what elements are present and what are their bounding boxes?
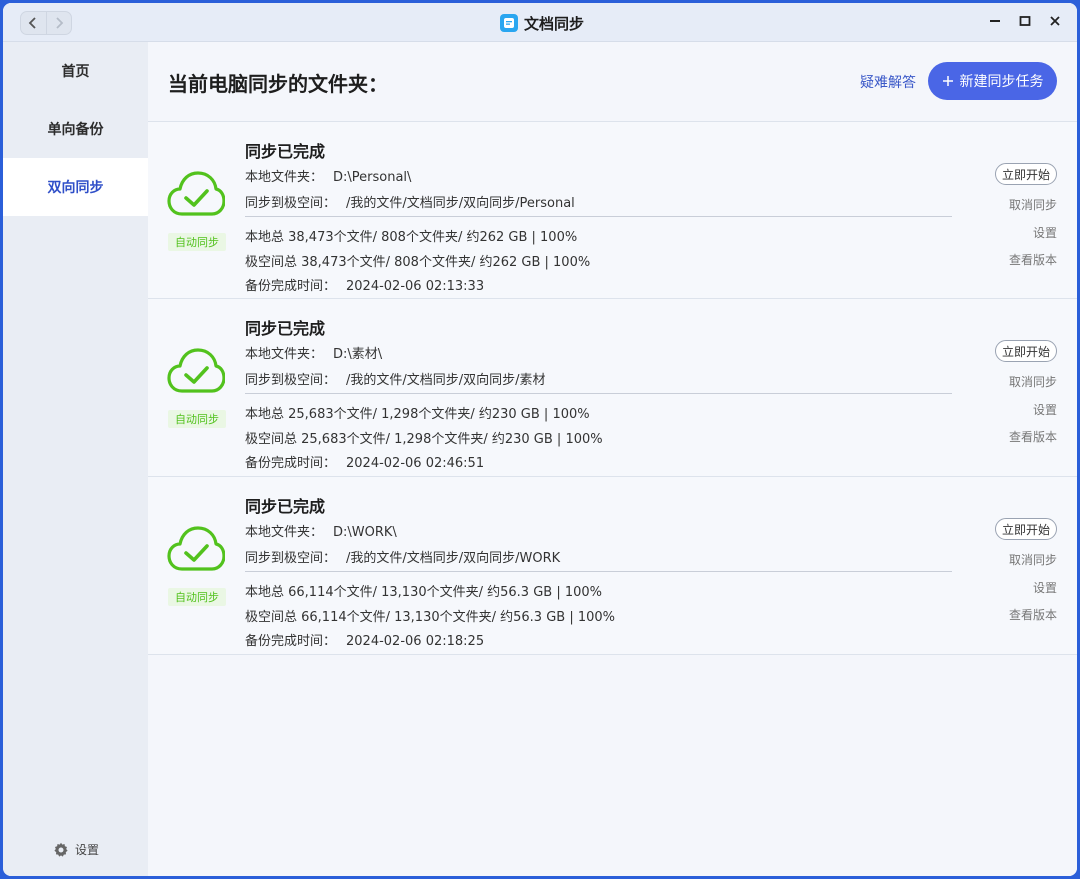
sidebar-settings-label: 设置	[75, 843, 100, 857]
sync-to-label: 同步到极空间：	[245, 551, 337, 566]
remote-total-row: 极空间总 66,114个文件/ 13,130个文件夹/ 约56.3 GB | 1…	[245, 610, 616, 625]
cloud-check-icon	[167, 348, 225, 393]
sync-status: 同步已完成	[245, 497, 326, 516]
sidebar-item-label: 首页	[61, 64, 90, 80]
backup-time-value: 2024-02-06 02:13:33	[346, 279, 485, 294]
chevron-right-icon	[56, 17, 64, 29]
backup-time-label: 备份完成时间：	[245, 634, 337, 649]
view-versions-link[interactable]: 查看版本	[1009, 251, 1057, 268]
view-versions-link[interactable]: 查看版本	[1009, 606, 1057, 623]
remote-path-row: 同步到极空间： /我的文件/文档同步/双向同步/Personal	[245, 192, 575, 211]
back-button[interactable]	[21, 12, 46, 34]
cancel-sync-link[interactable]: 取消同步	[1009, 551, 1057, 568]
new-sync-task-button[interactable]: 新建同步任务	[928, 62, 1057, 100]
backup-time-label: 备份完成时间：	[245, 456, 337, 471]
remote-total-row: 极空间总 38,473个文件/ 808个文件夹/ 约262 GB | 100%	[245, 255, 591, 270]
close-icon	[1050, 16, 1060, 26]
sync-task-card: 自动同步 同步已完成 本地文件夹： D:\Personal\ 同步到极空间： /我的…	[148, 121, 1077, 299]
start-now-button[interactable]: 立即开始	[995, 340, 1057, 362]
remote-path-value: /我的文件/文档同步/双向同步/Personal	[346, 196, 575, 211]
window-controls	[987, 13, 1063, 29]
remote-path-value: /我的文件/文档同步/双向同步/素材	[346, 373, 546, 388]
task-settings-link[interactable]: 设置	[1033, 401, 1057, 418]
sidebar-item-one-way-backup[interactable]: 单向备份	[3, 100, 148, 158]
sidebar-item-home[interactable]: 首页	[3, 42, 148, 100]
local-total-row: 本地总 66,114个文件/ 13,130个文件夹/ 约56.3 GB | 10…	[245, 585, 603, 600]
auto-sync-badge: 自动同步	[168, 410, 226, 428]
close-button[interactable]	[1047, 13, 1063, 29]
sidebar-item-label: 单向备份	[47, 122, 104, 138]
chevron-left-icon	[28, 17, 36, 29]
sync-task-card: 自动同步 同步已完成 本地文件夹： D:\素材\ 同步到极空间： /我的文件/文档同…	[148, 299, 1077, 477]
local-folder-label: 本地文件夹：	[245, 170, 324, 185]
local-folder-label: 本地文件夹：	[245, 347, 324, 362]
window-title-text: 文档同步	[524, 14, 585, 33]
backup-time-label: 备份完成时间：	[245, 279, 337, 294]
minimize-button[interactable]	[987, 13, 1003, 29]
local-folder-row: 本地文件夹： D:\素材\	[245, 343, 382, 362]
remote-path-row: 同步到极空间： /我的文件/文档同步/双向同步/WORK	[245, 547, 560, 566]
sidebar-item-two-way-sync[interactable]: 双向同步	[3, 158, 148, 216]
plus-icon	[942, 76, 953, 86]
divider	[245, 393, 952, 394]
main-content: 当前电脑同步的文件夹： 疑难解答 新建同步任务 自动同步 同步已完成 本地文件夹…	[148, 42, 1077, 876]
backup-time-row: 备份完成时间： 2024-02-06 02:13:33	[245, 275, 484, 294]
sync-to-label: 同步到极空间：	[245, 373, 337, 388]
backup-time-row: 备份完成时间： 2024-02-06 02:46:51	[245, 452, 484, 471]
cancel-sync-link[interactable]: 取消同步	[1009, 373, 1057, 390]
backup-time-value: 2024-02-06 02:18:25	[346, 634, 485, 649]
sync-status: 同步已完成	[245, 142, 326, 161]
divider	[245, 571, 952, 572]
forward-button[interactable]	[45, 12, 72, 34]
remote-total-row: 极空间总 25,683个文件/ 1,298个文件夹/ 约230 GB | 100…	[245, 432, 603, 447]
sidebar-settings-button[interactable]: 设置	[53, 841, 99, 858]
sync-task-card: 自动同步 同步已完成 本地文件夹： D:\WORK\ 同步到极空间： /我的文件/文…	[148, 477, 1077, 655]
sync-to-label: 同步到极空间：	[245, 196, 337, 211]
start-now-button[interactable]: 立即开始	[995, 518, 1057, 540]
nav-buttons	[20, 11, 72, 35]
divider	[245, 216, 952, 217]
auto-sync-badge: 自动同步	[168, 588, 226, 606]
local-folder-value: D:\Personal\	[333, 170, 412, 185]
view-versions-link[interactable]: 查看版本	[1009, 428, 1057, 445]
faq-link[interactable]: 疑难解答	[860, 72, 916, 92]
sync-task-list: 自动同步 同步已完成 本地文件夹： D:\Personal\ 同步到极空间： /我的…	[148, 121, 1077, 655]
document-sync-icon	[500, 14, 518, 32]
app-window: 文档同步 首页 单向备份 双向同步 设置 当前电脑同步的文件夹： 疑难解答 新建…	[3, 3, 1077, 876]
sidebar-item-label: 双向同步	[47, 180, 104, 196]
auto-sync-badge: 自动同步	[168, 233, 226, 251]
window-title: 文档同步	[500, 12, 584, 34]
page-title: 当前电脑同步的文件夹：	[168, 72, 388, 96]
start-now-button[interactable]: 立即开始	[995, 163, 1057, 185]
title-bar: 文档同步	[3, 3, 1077, 42]
remote-path-value: /我的文件/文档同步/双向同步/WORK	[346, 551, 561, 566]
sidebar: 首页 单向备份 双向同步 设置	[3, 42, 148, 876]
backup-time-value: 2024-02-06 02:46:51	[346, 456, 485, 471]
backup-time-row: 备份完成时间： 2024-02-06 02:18:25	[245, 630, 484, 649]
local-folder-value: D:\WORK\	[333, 525, 397, 540]
cloud-check-icon	[167, 526, 225, 571]
local-total-row: 本地总 25,683个文件/ 1,298个文件夹/ 约230 GB | 100%	[245, 407, 590, 422]
maximize-button[interactable]	[1017, 13, 1033, 29]
task-settings-link[interactable]: 设置	[1033, 224, 1057, 241]
gear-icon	[54, 842, 68, 857]
sync-status: 同步已完成	[245, 319, 326, 338]
new-sync-task-label: 新建同步任务	[959, 74, 1044, 90]
minimize-icon	[990, 20, 1000, 22]
task-settings-link[interactable]: 设置	[1033, 579, 1057, 596]
cloud-check-icon	[167, 171, 225, 216]
local-folder-row: 本地文件夹： D:\Personal\	[245, 166, 411, 185]
maximize-icon	[1019, 16, 1031, 26]
local-total-row: 本地总 38,473个文件/ 808个文件夹/ 约262 GB | 100%	[245, 230, 578, 245]
local-folder-value: D:\素材\	[333, 347, 383, 362]
local-folder-row: 本地文件夹： D:\WORK\	[245, 521, 397, 540]
cancel-sync-link[interactable]: 取消同步	[1009, 196, 1057, 213]
local-folder-label: 本地文件夹：	[245, 525, 324, 540]
remote-path-row: 同步到极空间： /我的文件/文档同步/双向同步/素材	[245, 369, 546, 388]
